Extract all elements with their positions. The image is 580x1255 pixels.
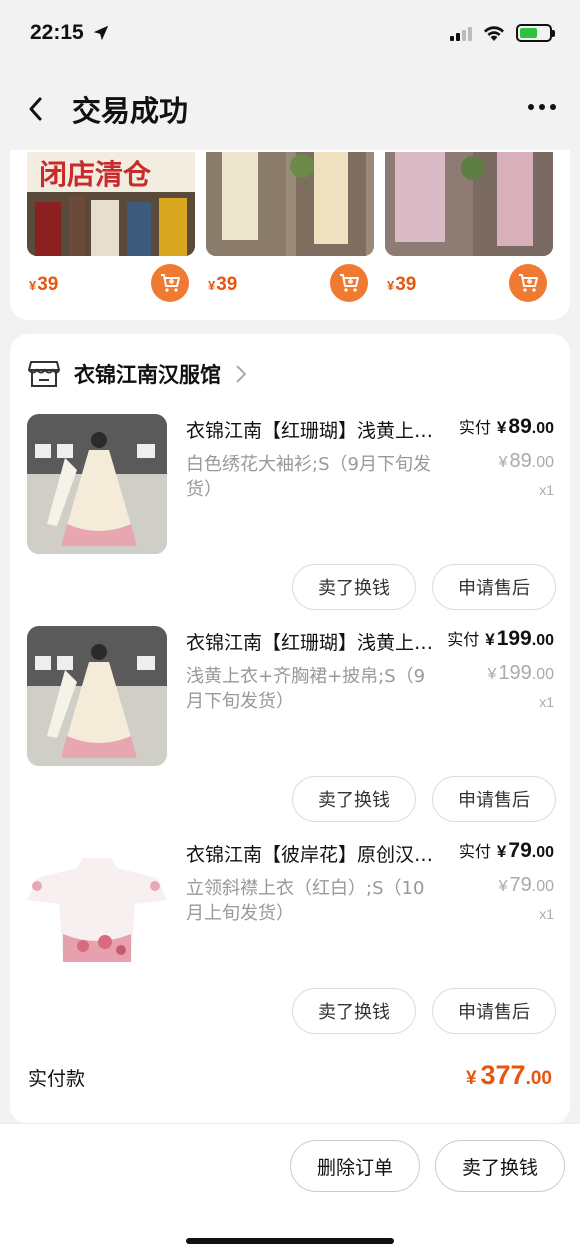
recommendation-price: ¥39 [387, 274, 417, 295]
cart-add-icon [161, 274, 180, 292]
total-row: 实付款 ¥377.00 [10, 1060, 570, 1100]
item-quantity: x1 [539, 906, 554, 922]
item-actions: 卖了换钱 申请售后 [292, 564, 556, 610]
recommendation-price: ¥39 [208, 274, 238, 295]
banner-text: 闭店清仓 [39, 158, 152, 191]
order-item[interactable]: 衣锦江南【彼岸花】原创汉服立领斜襟上衣 立领斜襟上衣（红白）;S（10月上旬发货… [10, 838, 570, 1050]
item-title[interactable]: 衣锦江南【彼岸花】原创汉服立领斜襟上衣 [186, 840, 436, 867]
shop-name: 衣锦江南汉服馆 [74, 363, 221, 387]
cart-add-icon [340, 274, 359, 292]
cart-add-icon [519, 274, 538, 292]
page-title: 交易成功 [72, 94, 189, 128]
order-card: 衣锦江南汉服馆 衣锦江南【红珊瑚】浅黄上衣+齐胸裙+披帛 白色绣花大袖衫;S（9… [10, 334, 570, 1124]
bottom-action-bar: 删除订单 卖了换钱 [0, 1123, 580, 1255]
original-price: ¥79.00 [498, 874, 554, 896]
more-dots-icon[interactable] [528, 104, 556, 110]
original-price: ¥199.00 [487, 662, 554, 684]
item-title[interactable]: 衣锦江南【红珊瑚】浅黄上衣+齐胸裙+披帛 [186, 416, 436, 443]
item-actions: 卖了换钱 申请售后 [292, 988, 556, 1034]
item-spec: 浅黄上衣+齐胸裙+披帛;S（9月下旬发货） [186, 666, 426, 712]
add-to-cart-button[interactable] [509, 264, 547, 302]
total-amount: ¥377.00 [465, 1060, 552, 1090]
sell-button[interactable]: 卖了换钱 [292, 776, 416, 822]
sell-button[interactable]: 卖了换钱 [292, 564, 416, 610]
item-spec: 立领斜襟上衣（红白）;S（10月上旬发货） [186, 878, 425, 924]
recommendation-item[interactable]: ¥39 [385, 150, 553, 310]
recommendation-price: ¥39 [29, 274, 59, 295]
after-sale-button[interactable]: 申请售后 [432, 776, 556, 822]
paid-price: 实付 ¥199.00 [447, 627, 554, 650]
item-image[interactable] [27, 838, 167, 978]
item-actions: 卖了换钱 申请售后 [292, 776, 556, 822]
status-time: 22:15 [30, 21, 84, 44]
location-arrow-icon [93, 25, 108, 41]
item-image[interactable] [27, 414, 167, 554]
order-item[interactable]: 衣锦江南【红珊瑚】浅黄上衣+齐胸裙+披帛 白色绣花大袖衫;S（9月下旬发货） 实… [10, 414, 570, 626]
item-title[interactable]: 衣锦江南【红珊瑚】浅黄上衣+齐胸裙+披帛 [186, 628, 436, 655]
product-image[interactable] [206, 152, 374, 256]
status-bar: 22:15 [0, 0, 580, 66]
product-image[interactable]: 闭店清仓 [27, 152, 195, 256]
signal-icon [450, 25, 472, 41]
recommendation-item[interactable]: ¥39 [206, 150, 374, 310]
wifi-icon [484, 26, 504, 41]
paid-price: 实付 ¥89.00 [458, 415, 554, 438]
product-image[interactable] [385, 152, 553, 256]
status-indicators [450, 24, 555, 42]
home-indicator [186, 1238, 394, 1244]
item-image[interactable] [27, 626, 167, 766]
delete-order-button[interactable]: 删除订单 [290, 1140, 420, 1192]
after-sale-button[interactable]: 申请售后 [432, 564, 556, 610]
recommendation-item[interactable]: 闭店清仓 ¥39 [27, 150, 195, 310]
nav-bar: 交易成功 [0, 74, 580, 144]
sell-order-button[interactable]: 卖了换钱 [435, 1140, 565, 1192]
original-price: ¥89.00 [498, 450, 554, 472]
add-to-cart-button[interactable] [330, 264, 368, 302]
recommendation-card: 闭店清仓 ¥39 ¥39 ¥39 [10, 150, 570, 320]
back-chevron-icon[interactable] [24, 94, 48, 124]
item-quantity: x1 [539, 694, 554, 710]
chevron-right-icon [236, 365, 247, 383]
sell-button[interactable]: 卖了换钱 [292, 988, 416, 1034]
item-spec: 白色绣花大袖衫;S（9月下旬发货） [186, 454, 431, 500]
after-sale-button[interactable]: 申请售后 [432, 988, 556, 1034]
battery-icon [516, 24, 555, 42]
item-quantity: x1 [539, 482, 554, 498]
paid-price: 实付 ¥79.00 [458, 839, 554, 862]
shop-header[interactable]: 衣锦江南汉服馆 [28, 354, 247, 394]
total-label: 实付款 [28, 1068, 86, 1090]
order-item[interactable]: 衣锦江南【红珊瑚】浅黄上衣+齐胸裙+披帛 浅黄上衣+齐胸裙+披帛;S（9月下旬发… [10, 626, 570, 838]
add-to-cart-button[interactable] [151, 264, 189, 302]
shop-icon [28, 361, 60, 387]
